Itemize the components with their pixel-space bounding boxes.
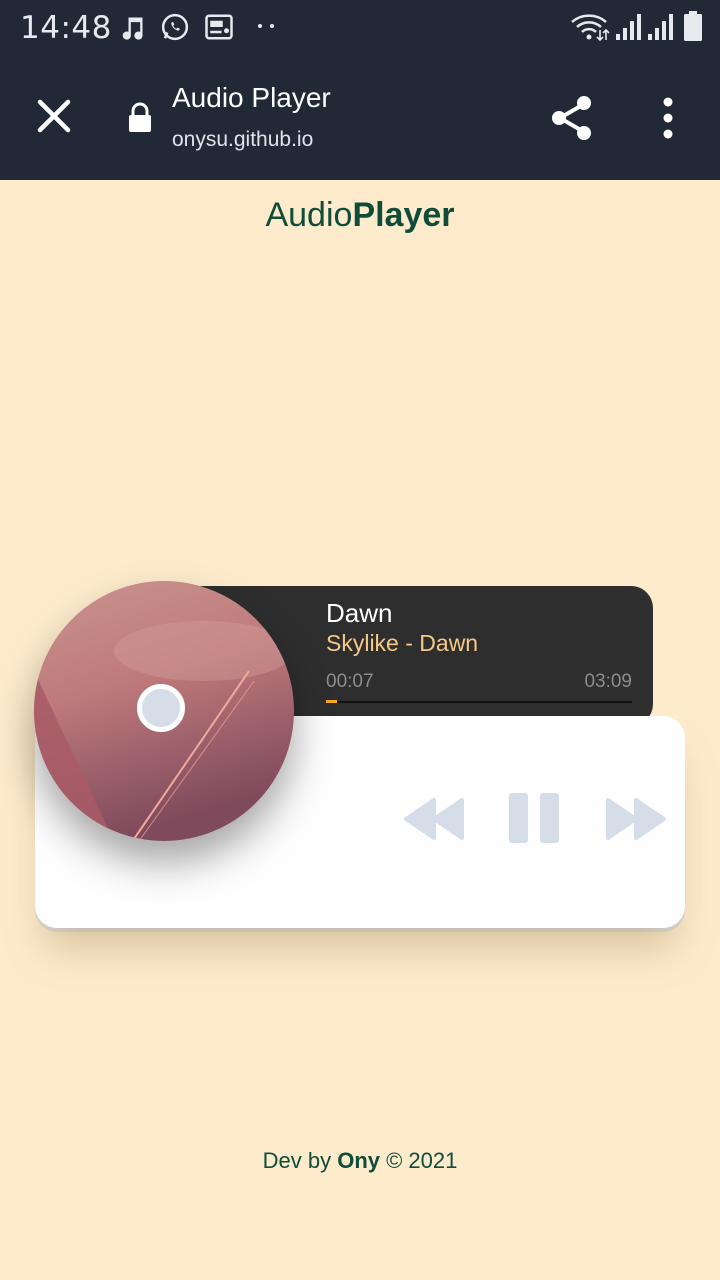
track-duration: 03:09	[584, 671, 632, 692]
status-bar: 14:48	[0, 0, 720, 56]
signal-icon	[616, 14, 641, 40]
wifi-icon	[571, 14, 610, 42]
album-art-disc	[34, 581, 294, 841]
rewind-icon[interactable]	[403, 797, 465, 841]
pause-icon[interactable]	[508, 792, 560, 844]
progress-fill	[326, 700, 338, 703]
app-brand-title: AudioPlayer	[0, 196, 720, 235]
fast-forward-icon[interactable]	[605, 797, 667, 841]
footer-prefix: Dev by	[262, 1148, 338, 1173]
close-icon[interactable]	[34, 96, 74, 136]
browser-toolbar: Audio Player onysu.github.io	[0, 56, 720, 180]
track-artist: Skylike - Dawn	[326, 630, 479, 656]
signal-icon	[648, 14, 673, 40]
music-note-icon	[122, 17, 143, 40]
track-title: Dawn	[326, 598, 393, 628]
share-icon[interactable]	[548, 92, 596, 144]
whatsapp-icon	[161, 13, 189, 41]
radio-icon	[205, 14, 233, 40]
footer-author[interactable]: Ony	[337, 1148, 380, 1173]
page-url[interactable]: onysu.github.io	[172, 128, 313, 152]
brand-light: Audio	[265, 196, 353, 234]
status-time: 14:48	[20, 10, 112, 46]
battery-icon	[684, 11, 702, 41]
more-dots-icon	[258, 24, 274, 28]
page-title: Audio Player	[172, 82, 331, 113]
footer-credit: Dev by Ony © 2021	[0, 1148, 720, 1174]
current-time: 00:07	[326, 671, 374, 692]
more-vert-icon[interactable]	[654, 96, 682, 140]
progress-bar[interactable]	[326, 700, 632, 703]
lock-icon	[129, 102, 151, 132]
disc-center-hole	[137, 684, 185, 732]
footer-suffix: © 2021	[380, 1148, 458, 1173]
brand-bold: Player	[352, 196, 455, 234]
